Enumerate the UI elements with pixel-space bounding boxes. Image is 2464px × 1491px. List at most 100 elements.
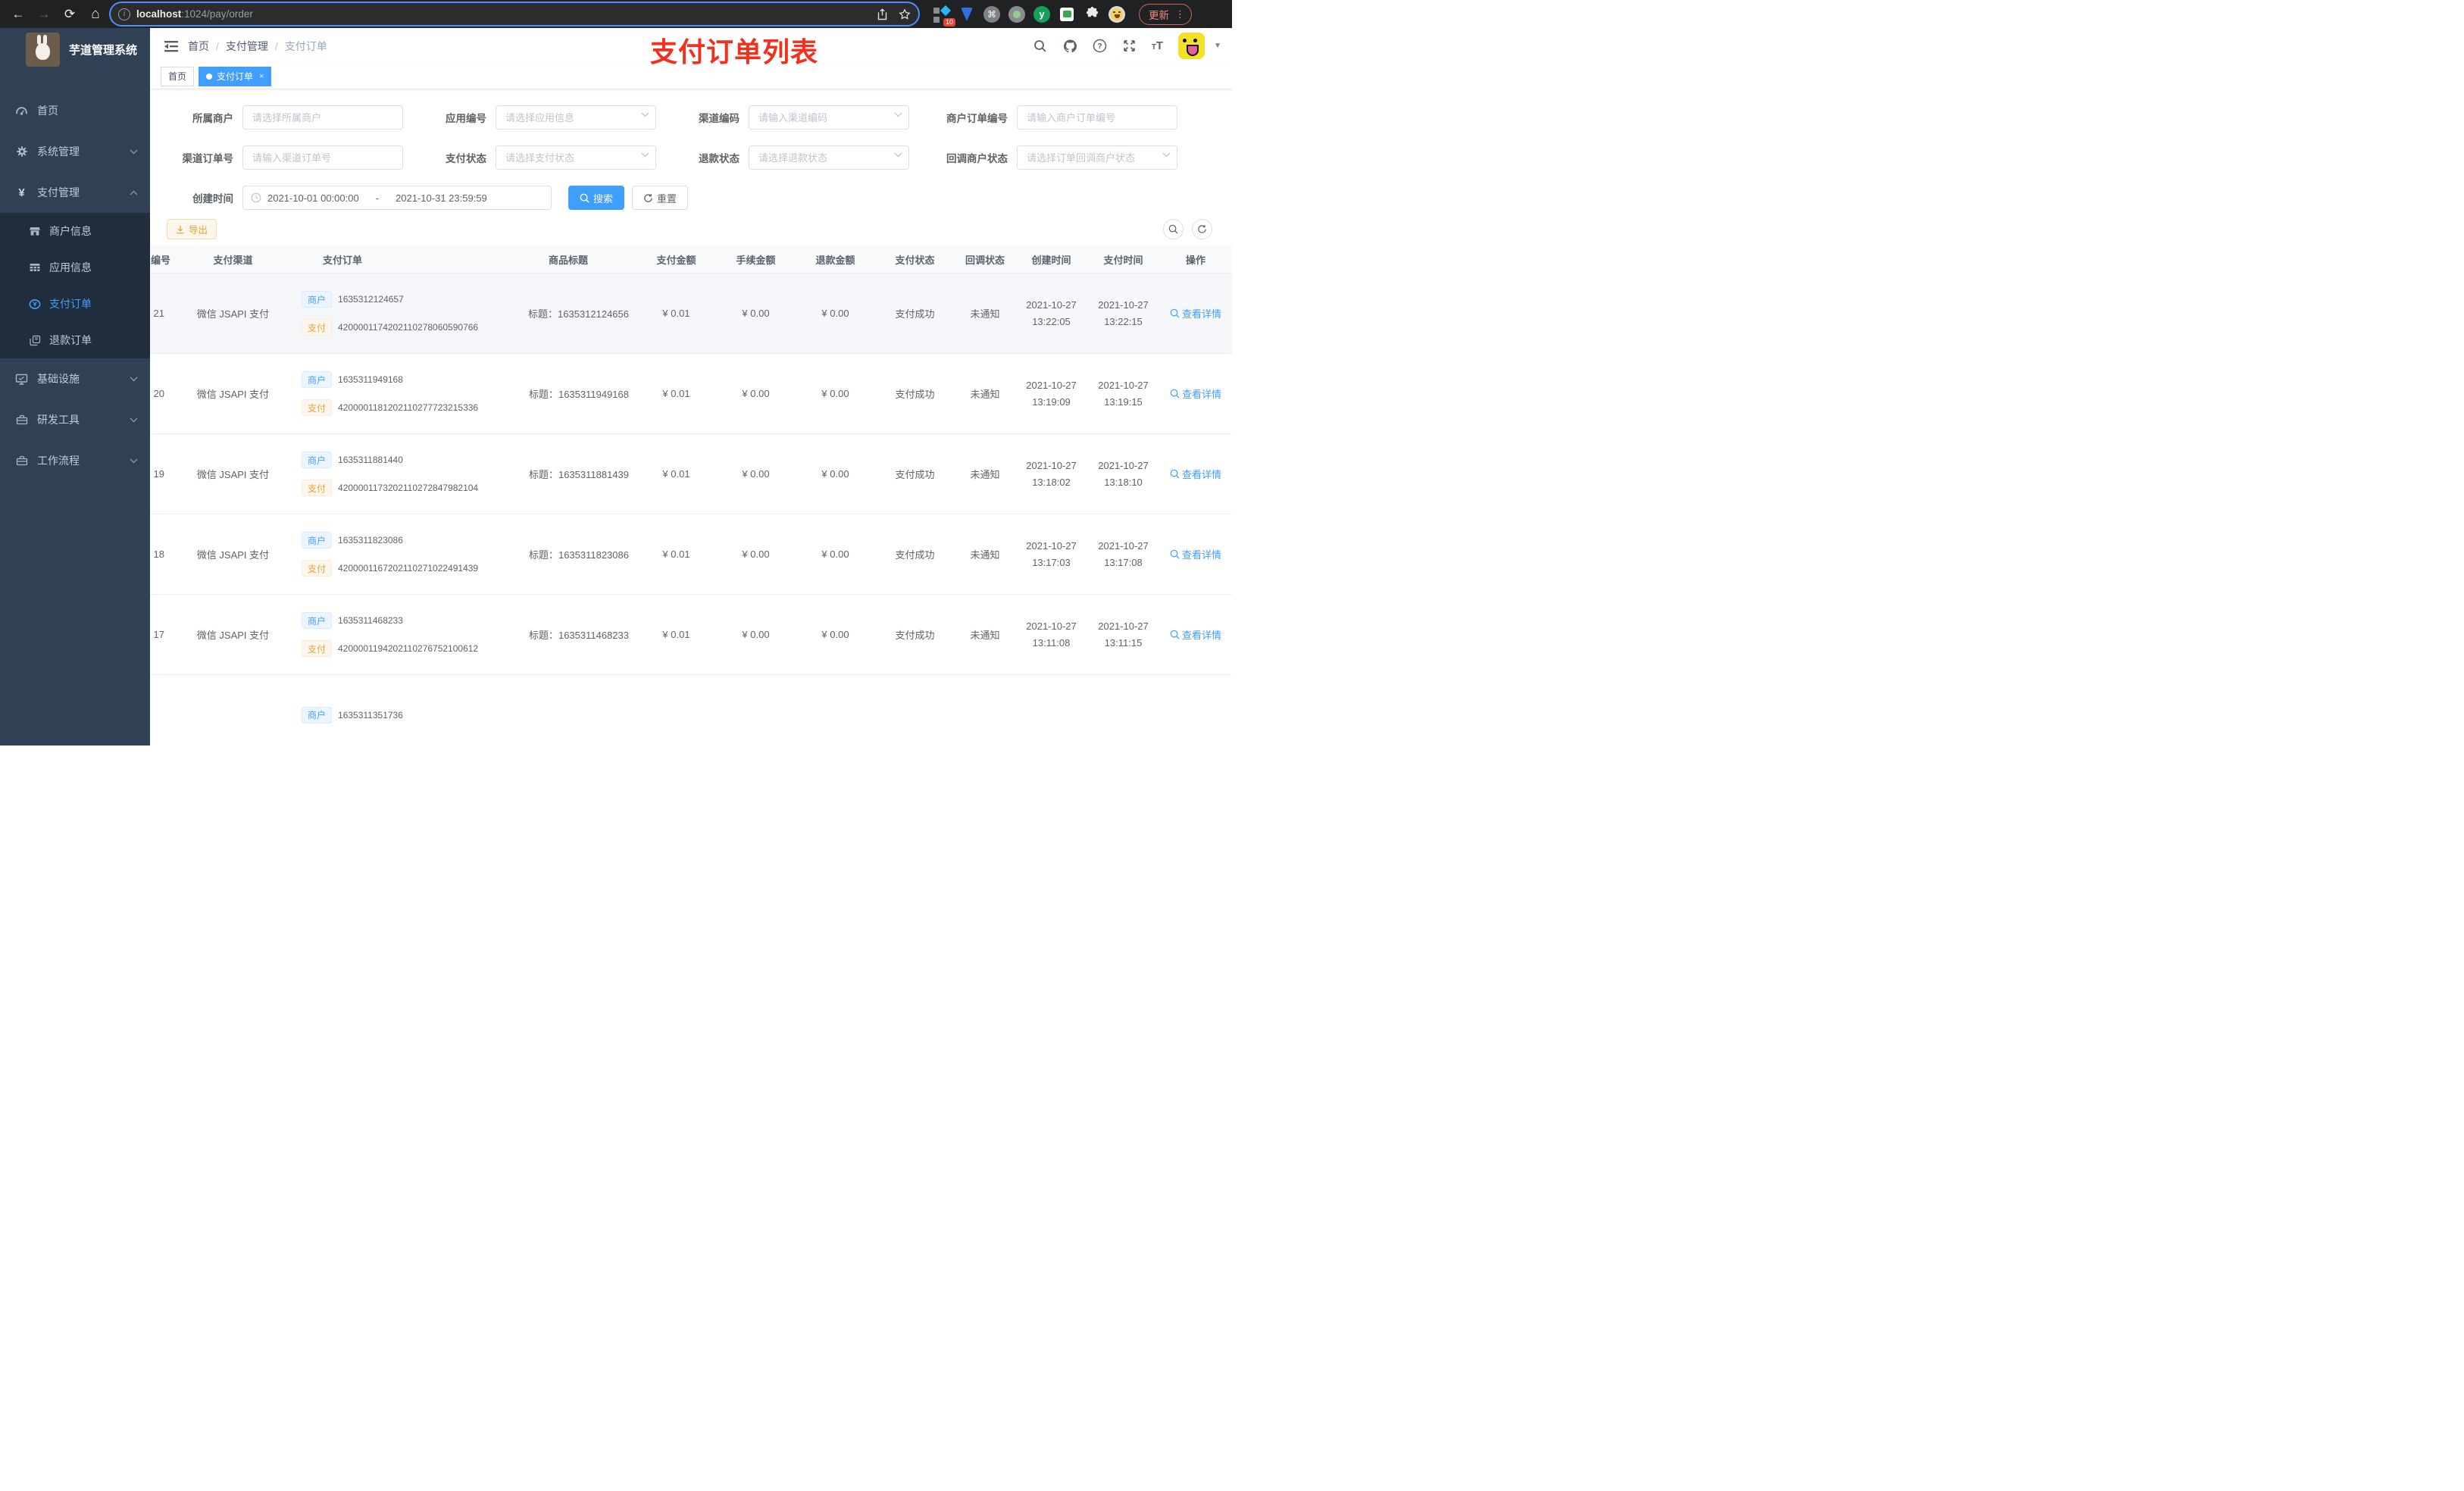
channel-code-select[interactable] — [749, 105, 909, 130]
filter-label-pay-status: 支付状态 — [446, 153, 486, 164]
view-detail-link[interactable]: 查看详情 — [1170, 547, 1221, 561]
forward-icon[interactable]: → — [33, 4, 55, 25]
cell-actions: 查看详情 — [1159, 627, 1232, 642]
payment-order-no: 4200001167202110271022491439 — [338, 563, 479, 574]
chevron-down-icon — [130, 458, 138, 464]
browser-menu-icon[interactable]: ⋮ — [1175, 8, 1185, 20]
table-header: 编号 支付渠道 支付订单 商品标题 支付金额 手续金额 退款金额 支付状态 回调… — [150, 245, 1232, 274]
sidebar-item-infra[interactable]: 基础设施 — [0, 358, 150, 399]
breadcrumb-home[interactable]: 首页 — [188, 39, 209, 54]
search-icon[interactable] — [1033, 39, 1048, 53]
view-detail-link[interactable]: 查看详情 — [1170, 386, 1221, 401]
select-arrow-icon — [894, 112, 902, 117]
sidebar-item-home[interactable]: 首页 — [0, 90, 150, 131]
chat-extension-icon[interactable] — [1058, 6, 1075, 23]
help-icon[interactable]: ? — [1093, 39, 1107, 53]
chevron-up-icon — [130, 190, 138, 195]
font-size-icon[interactable]: TT — [1152, 39, 1163, 52]
payment-order-no: 4200001194202110276752100612 — [338, 643, 479, 654]
emoji-avatar-icon[interactable] — [1108, 5, 1125, 23]
filter-label-channel-order-no: 渠道订单号 — [182, 153, 234, 164]
kite-extension-icon[interactable] — [958, 6, 975, 23]
cell-id: 18 — [153, 549, 164, 560]
cell-notify-status: 未通知 — [970, 389, 1000, 400]
merchant-select[interactable] — [242, 105, 403, 130]
url-text[interactable]: localhost:1024/pay/order — [136, 8, 871, 20]
home-icon[interactable]: ⌂ — [85, 4, 106, 25]
export-button[interactable]: 导出 — [167, 219, 217, 239]
tab-home[interactable]: 首页 — [161, 66, 195, 86]
refund-status-select[interactable] — [749, 145, 909, 170]
extension-badge-icon[interactable]: 10 — [933, 5, 955, 27]
sidebar-item-merchant-info[interactable]: 商户信息 — [0, 213, 150, 249]
avatar-caret-icon[interactable]: ▼ — [1214, 42, 1221, 50]
notify-status-select[interactable] — [1017, 145, 1177, 170]
cell-order: 商户 1635311823086 支付 42000011672021102710224… — [295, 532, 500, 577]
sidebar-item-refund-order[interactable]: 退款订单 — [0, 322, 150, 358]
sidebar-item-app-info[interactable]: 应用信息 — [0, 249, 150, 286]
sidebar-item-pay[interactable]: ¥ 支付管理 — [0, 172, 150, 213]
user-avatar[interactable] — [1178, 33, 1205, 59]
view-detail-link[interactable]: 查看详情 — [1170, 627, 1221, 642]
fullscreen-icon[interactable] — [1122, 39, 1137, 53]
cell-amount: ¥ 0.01 — [662, 549, 690, 560]
merchant-order-line: 商户 1635311351736 — [302, 706, 500, 724]
cell-refund: ¥ 0.00 — [821, 308, 849, 319]
toggle-search-button[interactable] — [1163, 219, 1184, 239]
close-icon[interactable]: × — [259, 72, 264, 81]
cell-title: 标题：1635312124656 — [528, 308, 629, 320]
site-info-icon[interactable]: i — [118, 8, 130, 20]
search-button[interactable]: 搜索 — [568, 186, 625, 210]
create-time-range-picker[interactable]: 2021-10-01 00:00:00 - 2021-10-31 23:59:5… — [242, 186, 552, 210]
share-icon[interactable] — [877, 8, 888, 20]
view-detail-link[interactable]: 查看详情 — [1170, 306, 1221, 320]
yen-icon: ¥ — [18, 186, 25, 199]
table-row: 19 微信 JSAPI 支付 商户 1635311881440 支付 4200001173… — [150, 434, 1232, 514]
payment-order-line: 支付 4200001181202110277723215336 — [302, 399, 500, 416]
sidebar-toggle-icon[interactable] — [164, 39, 179, 54]
pay-status-select[interactable] — [496, 145, 656, 170]
y-extension-icon[interactable]: y — [1033, 5, 1050, 23]
app-select[interactable] — [496, 105, 656, 130]
cell-id: 20 — [153, 388, 164, 399]
payment-order-line: 支付 4200001174202110278060590766 — [302, 319, 500, 336]
sidebar-item-pay-order[interactable]: 支付订单 — [0, 286, 150, 322]
view-detail-link[interactable]: 查看详情 — [1170, 467, 1221, 481]
breadcrumb-pay[interactable]: 支付管理 — [226, 39, 268, 54]
payment-tag: 支付 — [302, 399, 333, 416]
app-logo-row[interactable]: 芋道管理系统 — [0, 28, 150, 70]
table-body: 21 微信 JSAPI 支付 商户 1635312124657 支付 4200001174… — [150, 274, 1232, 746]
bookmark-star-icon[interactable] — [899, 8, 911, 20]
extension-badge-count: 10 — [943, 17, 955, 27]
address-bar[interactable]: i localhost:1024/pay/order — [111, 3, 918, 25]
col-refund: 退款金额 — [815, 254, 855, 266]
sidebar-item-system[interactable]: 系统管理 — [0, 131, 150, 172]
merchant-order-no-input[interactable] — [1017, 105, 1177, 130]
sidebar-item-workflow[interactable]: 工作流程 — [0, 440, 150, 481]
cell-order: 商户 1635311351736 — [295, 706, 500, 724]
refresh-button[interactable] — [1192, 219, 1212, 239]
reset-button[interactable]: 重置 — [632, 186, 689, 210]
github-icon[interactable] — [1063, 39, 1077, 53]
command-extension-icon[interactable]: ⌘ — [983, 5, 1000, 23]
table-row: 商户 1635311351736 — [150, 675, 1232, 746]
channel-order-no-input[interactable] — [242, 145, 403, 170]
payment-order-line: 支付 4200001173202110272847982104 — [302, 480, 500, 496]
date-end[interactable]: 2021-10-31 23:59:59 — [396, 192, 487, 204]
app-title: 芋道管理系统 — [69, 43, 138, 57]
date-start[interactable]: 2021-10-01 00:00:00 — [267, 192, 359, 204]
browser-toolbar: ← → ⟳ ⌂ i localhost:1024/pay/order 10 ⌘ … — [0, 0, 1232, 28]
extensions-puzzle-icon[interactable] — [1083, 6, 1100, 23]
copy-document-icon — [29, 334, 41, 346]
filter-label-app: 应用编号 — [446, 113, 486, 124]
merchant-order-no: 1635312124657 — [338, 294, 404, 305]
cell-refund: ¥ 0.00 — [821, 388, 849, 399]
reload-icon[interactable]: ⟳ — [59, 4, 80, 25]
merchant-tag: 商户 — [302, 291, 333, 308]
browser-update-button[interactable]: 更新 ⋮ — [1139, 3, 1192, 25]
tab-pay-order[interactable]: 支付订单 × — [199, 66, 272, 86]
back-icon[interactable]: ← — [8, 4, 29, 25]
recorder-extension-icon[interactable] — [1008, 5, 1025, 23]
monitor-icon — [15, 373, 28, 386]
sidebar-item-devtools[interactable]: 研发工具 — [0, 399, 150, 440]
